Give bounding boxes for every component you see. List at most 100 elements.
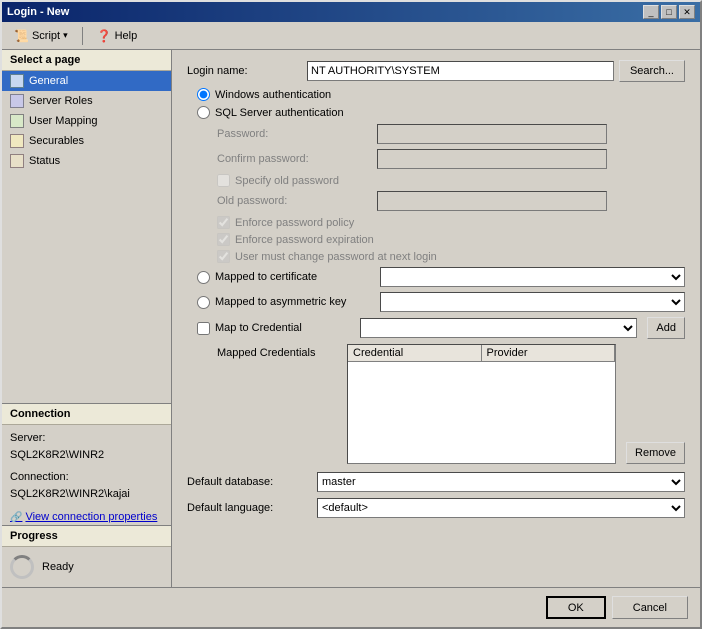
map-credential-row: Map to Credential Add [197,317,685,339]
sidebar-item-status-label: Status [29,155,60,167]
mapped-asym-label: Mapped to asymmetric key [215,296,375,308]
script-label: Script [32,30,60,42]
sidebar-item-general-label: General [29,75,68,87]
sidebar-item-general[interactable]: General [2,71,171,91]
confirm-password-row: Confirm password: [217,149,685,169]
title-bar-buttons: _ □ ✕ [643,5,695,19]
confirm-password-label: Confirm password: [217,153,377,165]
view-connection-label: View connection properties [25,511,157,523]
general-icon [10,74,24,88]
user-must-change-checkbox[interactable] [217,250,230,263]
server-roles-icon [10,94,24,108]
sidebar-item-status[interactable]: Status [2,151,171,171]
main-content: Select a page General Server Roles User … [2,50,700,587]
password-input[interactable] [377,124,607,144]
default-language-select[interactable]: <default> [317,498,685,518]
link-icon: 🔗 [10,512,22,523]
old-password-input[interactable] [377,191,607,211]
help-label: Help [115,30,138,42]
default-language-label: Default language: [187,502,317,514]
specify-old-password-label: Specify old password [235,175,339,187]
sidebar-item-server-roles-label: Server Roles [29,95,93,107]
mapped-asym-row: Mapped to asymmetric key [197,292,685,312]
sql-auth-row: SQL Server authentication [197,106,685,119]
default-database-label: Default database: [187,476,317,488]
user-mapping-icon [10,114,24,128]
old-password-label: Old password: [217,195,377,207]
main-window: Login - New _ □ ✕ 📜 Script ▾ ❓ Help Sele… [0,0,702,629]
sql-auth-label: SQL Server authentication [215,107,344,119]
help-icon: ❓ [97,29,112,43]
mapped-cert-select[interactable] [380,267,685,287]
user-must-change-row: User must change password at next login [217,250,685,263]
sql-auth-radio[interactable] [197,106,210,119]
confirm-password-input[interactable] [377,149,607,169]
connection-section: Connection Server: SQL2K8R2\WINR2 Connec… [2,403,171,525]
connection-value-text: SQL2K8R2\WINR2\kajai [10,486,163,504]
search-button[interactable]: Search... [619,60,685,82]
credential-col-header: Credential [348,345,482,361]
mapped-credentials-label: Mapped Credentials [217,344,347,464]
mapped-asym-radio[interactable] [197,296,210,309]
mapped-cert-radio[interactable] [197,271,210,284]
add-button[interactable]: Add [647,317,685,339]
progress-status: Ready [42,561,74,573]
view-connection-link[interactable]: 🔗 View connection properties [2,509,171,525]
user-must-change-label: User must change password at next login [235,251,437,263]
enforce-expiration-row: Enforce password expiration [217,233,685,246]
mapped-asym-select[interactable] [380,292,685,312]
sidebar-item-securables[interactable]: Securables [2,131,171,151]
windows-auth-label: Windows authentication [215,89,331,101]
window-title: Login - New [7,6,69,18]
windows-auth-row: Windows authentication [197,88,685,101]
enforce-policy-row: Enforce password policy [217,216,685,229]
script-button[interactable]: 📜 Script ▾ [7,26,75,46]
map-credential-label: Map to Credential [215,322,355,334]
ok-button[interactable]: OK [546,596,606,619]
toolbar-separator [82,27,83,45]
connection-title: Connection [2,404,171,425]
minimize-button[interactable]: _ [643,5,659,19]
help-button[interactable]: ❓ Help [90,26,145,46]
sidebar-item-server-roles[interactable]: Server Roles [2,91,171,111]
default-database-select[interactable]: master [317,472,685,492]
enforce-expiration-label: Enforce password expiration [235,234,374,246]
login-name-input[interactable] [307,61,614,81]
status-icon [10,154,24,168]
mapped-cert-label: Mapped to certificate [215,271,375,283]
specify-old-password-checkbox[interactable] [217,174,230,187]
progress-title: Progress [2,526,171,547]
script-dropdown-icon: ▾ [63,30,68,41]
maximize-button[interactable]: □ [661,5,677,19]
connection-label-text: Connection: [10,469,163,487]
map-credential-select[interactable] [360,318,637,338]
credentials-table: Credential Provider [347,344,616,464]
provider-col-header: Provider [482,345,616,361]
enforce-expiration-checkbox[interactable] [217,233,230,246]
bottom-buttons: OK Cancel [2,587,700,627]
progress-section: Progress Ready [2,525,171,587]
sidebar: Select a page General Server Roles User … [2,50,172,587]
select-page-title: Select a page [2,50,171,71]
close-button[interactable]: ✕ [679,5,695,19]
server-value-text: SQL2K8R2\WINR2 [10,447,163,465]
mapped-credentials-area: Mapped Credentials Credential Provider R… [217,344,685,464]
login-name-label: Login name: [187,65,307,77]
windows-auth-radio[interactable] [197,88,210,101]
progress-content: Ready [2,547,171,587]
server-label-text: Server: [10,430,163,448]
progress-spinner [10,555,34,579]
map-credential-checkbox[interactable] [197,322,210,335]
sidebar-item-user-mapping[interactable]: User Mapping [2,111,171,131]
script-icon: 📜 [14,29,29,43]
credentials-actions: Remove [621,344,685,464]
connection-info: Server: SQL2K8R2\WINR2 Connection: SQL2K… [2,425,171,509]
login-name-row: Login name: Search... [187,60,685,82]
remove-button[interactable]: Remove [626,442,685,464]
cancel-button[interactable]: Cancel [612,596,688,619]
credentials-header: Credential Provider [348,345,615,362]
password-row: Password: [217,124,685,144]
default-database-row: Default database: master [187,472,685,492]
enforce-policy-checkbox[interactable] [217,216,230,229]
form-area: Login name: Search... Windows authentica… [172,50,700,587]
